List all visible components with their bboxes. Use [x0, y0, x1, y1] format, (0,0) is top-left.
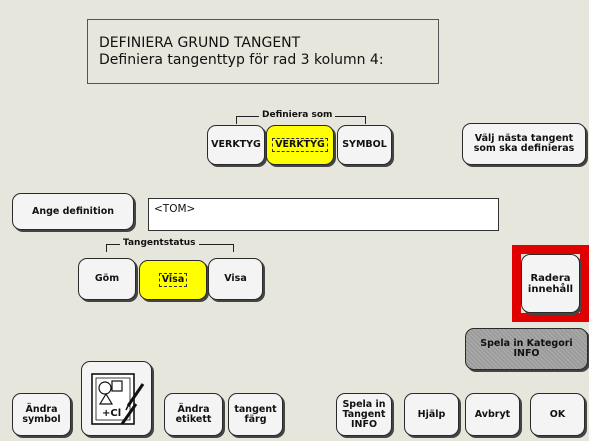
key-status-hide-button[interactable]: Göm: [78, 258, 136, 300]
define-as-option-symbol[interactable]: SYMBOL: [337, 125, 392, 165]
dialog-header: DEFINIERA GRUND TANGENT Definiera tangen…: [87, 19, 439, 84]
key-status-group-title: Tangentstatus: [120, 238, 199, 248]
dialog-title: DEFINIERA GRUND TANGENT: [99, 35, 301, 51]
key-status-show-button-2[interactable]: Visa: [208, 258, 263, 300]
define-as-option-verktyg-2[interactable]: VERKTYG: [266, 125, 334, 165]
symbol-icon-text: +Cl: [102, 408, 121, 419]
define-as-group-title: Definiera som: [259, 110, 336, 120]
record-key-info-button[interactable]: Spela in Tangent INFO: [336, 393, 392, 436]
key-color-button[interactable]: tangent färg: [228, 393, 283, 436]
symbol-editor-icon: +Cl: [90, 372, 144, 425]
record-category-info-button[interactable]: Spela in Kategori INFO: [465, 328, 588, 370]
enter-definition-button[interactable]: Ange definition: [12, 193, 134, 230]
change-label-button[interactable]: Ändra etikett: [164, 393, 223, 436]
define-as-option-verktyg-1[interactable]: VERKTYG: [207, 125, 265, 165]
cancel-button[interactable]: Avbryt: [465, 393, 520, 436]
definition-field[interactable]: <TOM>: [148, 198, 499, 231]
clear-contents-button[interactable]: Radera innehåll: [521, 254, 580, 313]
help-button[interactable]: Hjälp: [404, 393, 459, 436]
change-symbol-button[interactable]: Ändra symbol: [12, 393, 71, 436]
symbol-preview-button[interactable]: +Cl: [81, 361, 152, 436]
dialog-subtitle: Definiera tangenttyp för rad 3 kolumn 4:: [99, 52, 384, 68]
select-next-key-button[interactable]: Välj nästa tangent som ska definieras: [462, 123, 586, 165]
key-status-show-button[interactable]: Visa: [139, 260, 207, 300]
ok-button[interactable]: OK: [530, 393, 585, 436]
